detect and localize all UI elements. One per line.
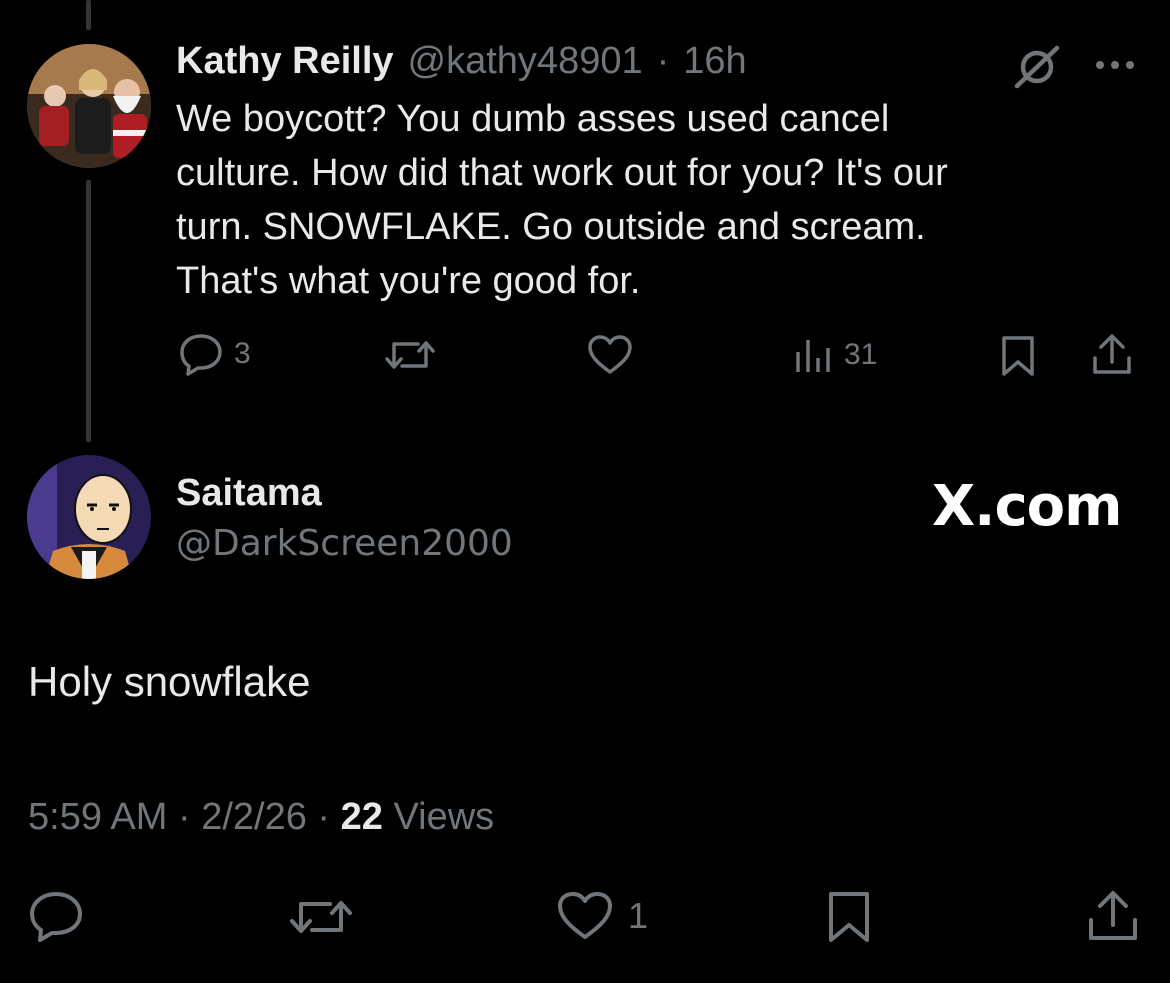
reply-icon [180,334,222,376]
reply-icon [30,892,82,942]
parent-views-button[interactable]: 31 [794,336,877,374]
thread-line-top [86,0,91,30]
parent-bookmark-button[interactable] [1000,334,1036,378]
parent-share-button[interactable] [1090,332,1134,378]
tweet-text-line: We boycott? You dumb asses used cancel [176,98,890,140]
more-dots-icon[interactable] [1094,58,1138,77]
parent-tweet-text: We boycott? You dumb asses used cancel c… [176,92,1096,308]
parent-reply-button[interactable]: 3 [178,332,251,376]
bookmark-icon [829,892,869,942]
reply-reply-button[interactable] [28,890,84,942]
parent-retweet-button[interactable] [384,334,436,376]
reply-retweet-button[interactable] [288,892,354,942]
reply-author-handle[interactable]: @DarkScreen2000 [176,523,513,564]
tweet-text-line: That's what you're good for. [176,260,641,302]
reply-like-button[interactable]: 1 [556,890,648,942]
grok-icon[interactable] [1012,44,1062,95]
meta-separator: · [317,796,331,838]
reply-share-button[interactable] [1086,888,1140,944]
views-count: 31 [844,338,878,371]
reply-author-name[interactable]: Saitama [176,472,322,515]
reply-views-number: 22 [340,796,383,838]
reply-time[interactable]: 5:59 AM [28,796,167,838]
like-count: 1 [628,895,649,936]
meta-separator: · [177,796,191,838]
reply-bookmark-button[interactable] [826,890,872,944]
tweet-text-line: turn. SNOWFLAKE. Go outside and scream. [176,206,926,248]
reply-date[interactable]: 2/2/26 [201,796,307,838]
parent-timestamp[interactable]: 16h [683,40,746,83]
meta-separator: · [656,40,670,82]
avatar-photo [27,455,151,579]
thread-line [86,180,91,442]
share-icon [1089,891,1137,940]
heart-icon [558,892,612,939]
avatar-photo [27,44,151,168]
bookmark-icon [1002,336,1034,376]
share-icon [1093,334,1131,374]
retweet-icon [290,901,352,933]
parent-like-button[interactable] [586,334,634,376]
parent-author-handle[interactable]: @kathy48901 [408,40,643,83]
reply-tweet-text: Holy snowflake [28,658,311,705]
heart-icon [588,335,632,374]
saitama-avatar[interactable] [27,455,151,579]
reply-count: 3 [234,337,251,370]
reply-meta: 5:59 AM · 2/2/26 · 22 Views [28,796,494,839]
reply-views-label: Views [393,796,495,838]
retweet-icon [385,341,435,369]
kathy-avatar[interactable] [27,44,151,168]
parent-author-name[interactable]: Kathy Reilly [176,40,394,83]
views-chart-icon [796,340,830,372]
tweet-text-line: culture. How did that work out for you? … [176,152,948,194]
x-com-watermark: X.com [932,474,1122,539]
